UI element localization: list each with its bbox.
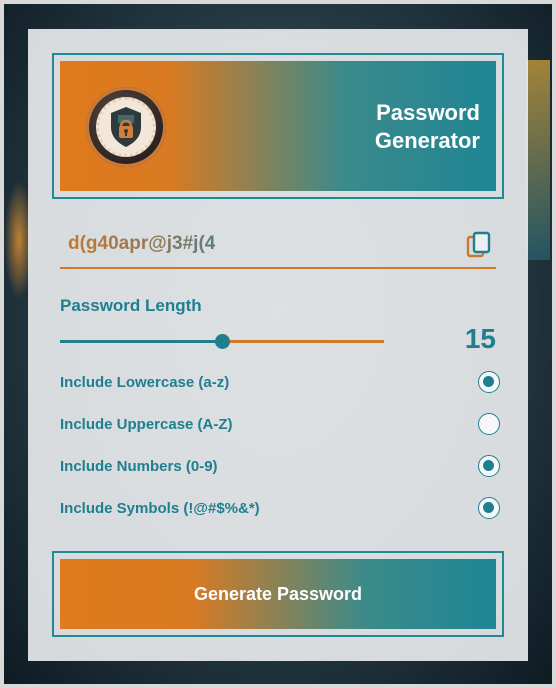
option-lowercase: Include Lowercase (a-z) xyxy=(60,371,500,395)
app-title-line1: Password xyxy=(376,100,480,125)
option-lowercase-label: Include Lowercase (a-z) xyxy=(60,374,230,391)
option-symbols-radio[interactable] xyxy=(478,497,500,519)
option-symbols-label: Include Symbols (!@#$%&*) xyxy=(60,500,260,517)
option-uppercase: Include Uppercase (A-Z) xyxy=(60,413,500,437)
background-glow-right xyxy=(526,60,550,260)
copy-icon[interactable] xyxy=(466,231,492,259)
header-frame: Password Generator xyxy=(52,53,504,199)
header-banner: Password Generator xyxy=(60,61,496,191)
option-uppercase-radio[interactable] xyxy=(478,413,500,435)
password-length-label: Password Length xyxy=(60,296,202,315)
shield-lock-graphic xyxy=(111,107,141,147)
option-numbers-label: Include Numbers (0-9) xyxy=(60,458,218,475)
app-title-line2: Generator xyxy=(374,128,480,153)
option-numbers-radio[interactable] xyxy=(478,455,500,477)
generated-password[interactable]: d(g40apr@j3#j(4 xyxy=(68,233,215,255)
option-symbols: Include Symbols (!@#$%&*) xyxy=(60,497,500,521)
option-lowercase-radio[interactable] xyxy=(478,371,500,393)
password-generator-card: Password Generator d(g40apr@j3#j(4 Passw… xyxy=(28,29,528,661)
generate-button-frame: Generate Password xyxy=(52,551,504,637)
option-uppercase-label: Include Uppercase (A-Z) xyxy=(60,416,233,433)
password-output: d(g40apr@j3#j(4 xyxy=(60,225,496,269)
lock-shield-icon xyxy=(86,87,166,167)
slider-track-filled xyxy=(60,340,222,343)
slider-track-remaining xyxy=(222,340,384,343)
option-numbers: Include Numbers (0-9) xyxy=(60,455,500,479)
app-title: Password Generator xyxy=(320,99,480,155)
generate-password-button[interactable]: Generate Password xyxy=(60,559,496,629)
slider-thumb[interactable] xyxy=(215,334,230,349)
password-length-slider[interactable] xyxy=(60,333,384,349)
password-length-value: 15 xyxy=(464,323,496,354)
